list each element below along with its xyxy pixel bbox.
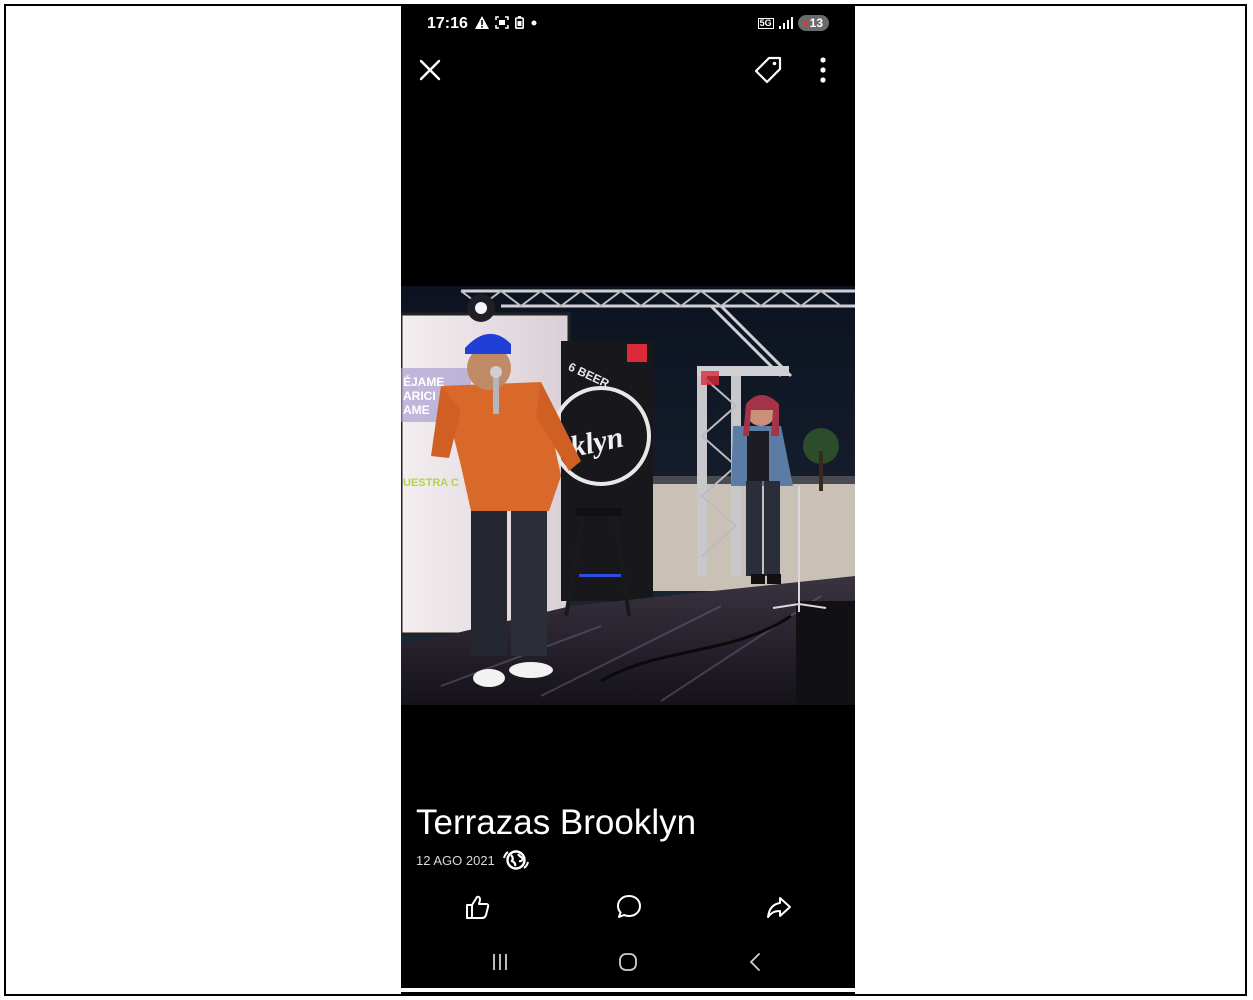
screen-text-line-2: ARICI	[403, 389, 436, 403]
signal-icon	[778, 17, 793, 29]
dot-icon	[531, 20, 537, 26]
battery-level: 13	[809, 16, 823, 30]
tag-icon[interactable]	[753, 55, 783, 85]
recents-icon[interactable]	[489, 951, 511, 973]
screen-text-line-4: UESTRA C	[403, 477, 459, 489]
post-date: 12 AGO 2021	[416, 852, 495, 868]
battery-low-dot	[802, 20, 808, 26]
status-notification-icons	[475, 16, 538, 29]
back-icon[interactable]	[746, 951, 764, 973]
status-system-icons: 5G 13	[757, 15, 829, 31]
close-icon[interactable]	[417, 57, 443, 83]
battery-saver-icon	[515, 16, 524, 29]
like-icon[interactable]	[463, 893, 491, 921]
post-title: Terrazas Brooklyn	[416, 803, 697, 842]
bottom-strip	[401, 992, 855, 996]
home-icon[interactable]	[617, 951, 639, 973]
status-time: 17:16	[427, 15, 468, 32]
comment-icon[interactable]	[615, 893, 643, 921]
warning-icon	[475, 16, 489, 29]
post-meta: 12 AGO 2021	[416, 850, 529, 870]
battery-badge: 13	[797, 15, 829, 31]
share-icon[interactable]	[765, 893, 793, 921]
status-bar: 17:16 5G 13	[401, 5, 855, 47]
photo-illustration: ÉJAME ARICI AME UESTRA C 6 BEER klyn	[401, 286, 855, 705]
screenshot-icon	[495, 16, 509, 29]
phone-screen: 17:16 5G 13 ÉJAME ARICI AME UESTRA C 6 B…	[401, 5, 855, 988]
more-vertical-icon[interactable]	[813, 55, 833, 85]
globe-icon[interactable]	[502, 850, 529, 870]
network-type: 5G	[757, 17, 774, 29]
post-photo[interactable]: ÉJAME ARICI AME UESTRA C 6 BEER klyn	[401, 286, 855, 705]
screen-text-line-3: AME	[403, 403, 430, 417]
screen-text-line-1: ÉJAME	[403, 374, 444, 389]
